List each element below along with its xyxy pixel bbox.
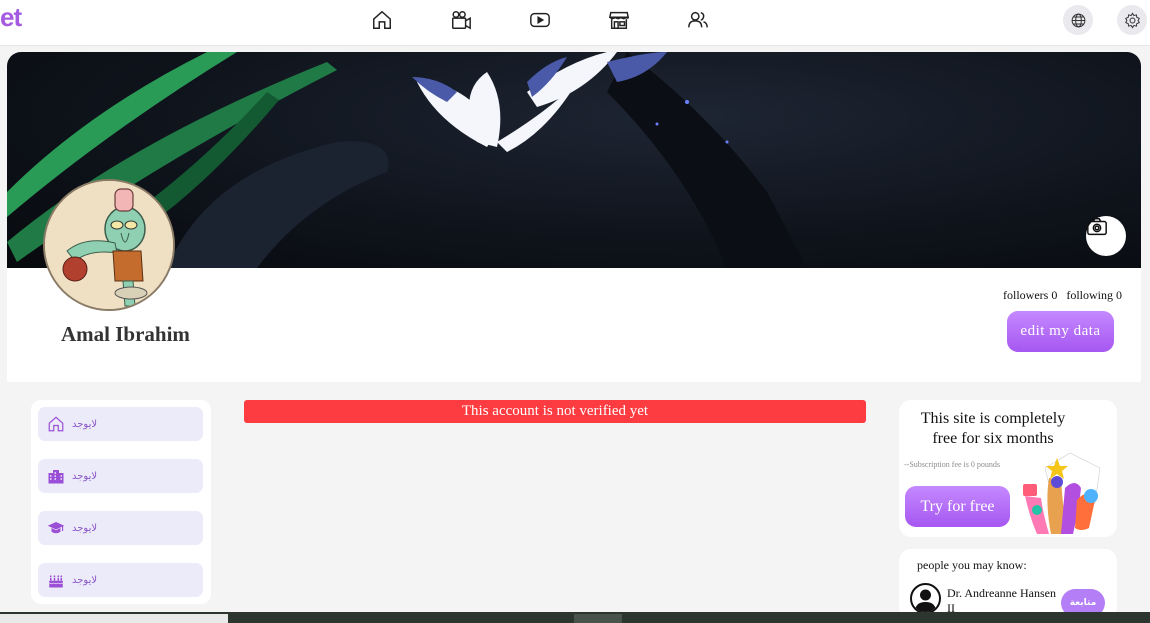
info-sidebar: لايوجد لايوجد لايوجد لايوجد <box>31 400 211 604</box>
promo-title: This site is completely free for six mon… <box>920 410 1066 447</box>
home-icon <box>48 416 64 432</box>
followers-count: 0 <box>1051 288 1058 302</box>
top-navbar: et <box>0 0 1150 46</box>
camera-icon <box>1087 218 1107 236</box>
following-count: 0 <box>1116 288 1122 302</box>
sidebar-item-home[interactable]: لايوجد <box>38 407 203 441</box>
promo-subtitle: --Subscription fee is 0 pounds <box>904 460 1000 469</box>
avatar[interactable] <box>910 583 941 614</box>
building-icon <box>48 470 64 484</box>
sidebar-item-birthday[interactable]: لايوجد <box>38 563 203 597</box>
birthday-cake-icon <box>49 575 63 588</box>
profile-name: Amal Ibrahim <box>61 322 190 346</box>
change-cover-button[interactable] <box>1086 216 1126 256</box>
cover-photo[interactable] <box>7 52 1141 268</box>
settings-icon[interactable] <box>1117 5 1147 35</box>
globe-icon[interactable] <box>1063 5 1093 35</box>
edit-profile-button[interactable]: edit my data <box>1007 311 1114 352</box>
store-icon[interactable] <box>607 8 631 32</box>
app-logo[interactable]: et <box>0 2 22 33</box>
sidebar-item-label: لايوجد <box>72 418 98 430</box>
video-icon[interactable] <box>449 8 473 32</box>
sidebar-item-education[interactable]: لايوجد <box>38 511 203 545</box>
sidebar-item-label: لايوجد <box>72 574 98 586</box>
following-label[interactable]: following <box>1066 288 1113 302</box>
play-icon[interactable] <box>528 8 552 32</box>
promo-illustration <box>1023 452 1101 534</box>
home-icon[interactable] <box>370 8 394 32</box>
avatar[interactable] <box>43 179 175 311</box>
follow-counts: followers 0 following 0 <box>1003 288 1122 303</box>
taskbar <box>0 612 1150 623</box>
sidebar-item-work[interactable]: لايوجد <box>38 459 203 493</box>
sidebar-item-label: لايوجد <box>72 522 98 534</box>
verification-alert: This account is not verified yet <box>244 400 866 423</box>
followers-label[interactable]: followers <box>1003 288 1048 302</box>
try-free-button[interactable]: Try for free <box>905 486 1010 527</box>
taskbar-segment <box>0 614 228 623</box>
promo-card: This site is completely free for six mon… <box>899 400 1117 537</box>
sidebar-item-label: لايوجد <box>72 470 98 482</box>
users-icon[interactable] <box>686 8 710 32</box>
profile-card: Amal Ibrahim followers 0 following 0 edi… <box>7 52 1141 382</box>
graduation-cap-icon <box>47 522 65 534</box>
people-you-may-know: people you may know: Dr. Andreanne Hanse… <box>899 549 1117 619</box>
people-title: people you may know: <box>917 558 1027 572</box>
taskbar-segment <box>574 614 622 623</box>
